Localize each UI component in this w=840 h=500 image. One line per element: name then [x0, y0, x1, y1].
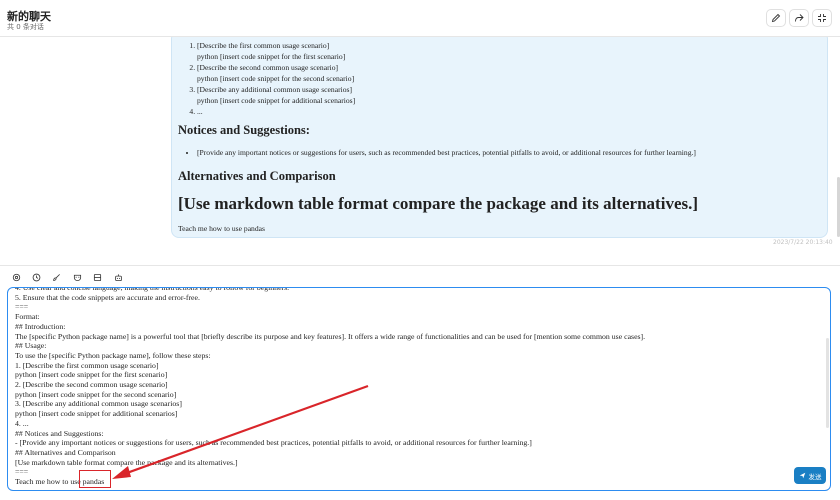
usage-list: [Describe the first common usage scenari… — [197, 40, 821, 117]
input-line: ## Usage: — [15, 341, 47, 351]
input-line: ## Notices and Suggestions: — [15, 428, 104, 438]
robot-button[interactable] — [112, 271, 125, 284]
notices-heading: Notices and Suggestions: — [178, 123, 310, 137]
prompt-button[interactable] — [50, 271, 63, 284]
share-button[interactable] — [789, 9, 809, 27]
edit-button[interactable] — [766, 9, 786, 27]
input-line: python [insert code snippet for the seco… — [15, 389, 177, 399]
mask-button[interactable] — [71, 271, 84, 284]
chat-header: 新的聊天 共 0 条对话 — [0, 0, 840, 37]
send-label: 发送 — [808, 472, 822, 481]
input-line: [Use markdown table format compare the p… — [15, 457, 238, 467]
history-button[interactable] — [30, 271, 43, 284]
settings-icon — [12, 273, 21, 282]
input-toolbar — [0, 265, 840, 287]
settings-button[interactable] — [10, 271, 23, 284]
input-line: ## Alternatives and Comparison — [15, 447, 116, 457]
table-heading: [Use markdown table format compare the p… — [178, 194, 699, 213]
fullscreen-button[interactable] — [812, 9, 832, 27]
alternatives-heading: Alternatives and Comparison — [178, 169, 336, 183]
chat-input[interactable]: 4. Use clear and concise language, makin… — [7, 287, 831, 491]
annotation-highlight-box — [79, 470, 111, 488]
input-line: === — [15, 302, 29, 312]
message-list: [Describe the first common usage scenari… — [0, 37, 840, 265]
chat-input-text[interactable]: 4. Use clear and concise language, makin… — [15, 288, 815, 487]
input-scrollbar[interactable] — [826, 338, 829, 428]
fullscreen-icon — [818, 14, 826, 22]
robot-icon — [115, 274, 122, 282]
send-button[interactable]: 发送 — [794, 467, 826, 484]
notices-list: [Provide any important notices or sugges… — [197, 147, 821, 158]
input-line: - [Provide any important notices or sugg… — [15, 438, 532, 448]
message-timestamp: 2023/7/22 20:13:40 — [773, 239, 833, 246]
input-line: Teach me how to use pandas — [15, 477, 105, 487]
list-item: [Describe any additional common usage sc… — [197, 84, 821, 106]
list-item: [Provide any important notices or sugges… — [197, 147, 821, 158]
list-item: [Describe the first common usage scenari… — [197, 40, 821, 62]
input-line: python [insert code snippet for addition… — [15, 409, 178, 419]
input-line: The [specific Python package name] is a … — [15, 331, 646, 341]
input-line: 5. Ensure that the code snippets are acc… — [15, 292, 200, 302]
input-line: To use the [specific Python package name… — [15, 350, 211, 360]
input-line: 4. ... — [15, 418, 29, 428]
assistant-message: [Describe the first common usage scenari… — [171, 37, 828, 238]
input-line: ## Introduction: — [15, 321, 66, 331]
input-line: Format: — [15, 312, 40, 322]
clock-icon — [32, 273, 41, 282]
input-line: 2. [Describe the second common usage sce… — [15, 380, 168, 390]
list-item: ... — [197, 106, 821, 117]
layout-button[interactable] — [91, 271, 104, 284]
brush-icon — [53, 274, 60, 281]
send-icon — [799, 472, 805, 479]
layout-icon — [93, 273, 102, 282]
edit-icon — [771, 13, 781, 23]
input-line: 3. [Describe any additional common usage… — [15, 399, 182, 409]
share-icon — [795, 14, 804, 22]
input-line: === — [15, 467, 29, 477]
list-item: [Describe the second common usage scenar… — [197, 62, 821, 84]
input-line: python [insert code snippet for the firs… — [15, 370, 168, 380]
chat-subtitle: 共 0 条对话 — [7, 23, 44, 31]
input-line: 1. [Describe the first common usage scen… — [15, 360, 159, 370]
mask-icon — [73, 274, 82, 282]
message-final-text: Teach me how to use pandas — [178, 224, 265, 233]
